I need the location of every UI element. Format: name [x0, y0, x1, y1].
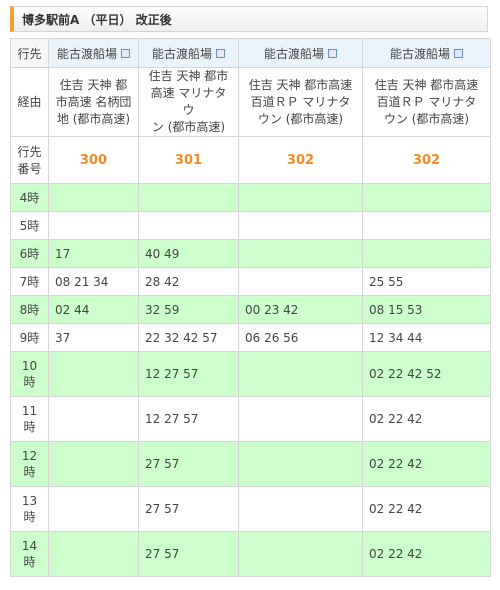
- via-cell: 住吉 天神 都市高速 名柄団地 (都市高速): [48, 67, 139, 137]
- route-number: 302: [362, 136, 491, 184]
- departure-cell: 02 22 42 52: [362, 351, 491, 397]
- departure-cell: [48, 183, 139, 212]
- hour-row: 6時 17 40 49: [10, 239, 491, 268]
- hour-row: 12 時 27 57 02 22 42: [10, 441, 491, 487]
- departure-cell: [48, 486, 139, 532]
- route-number-row: 行先 番号 300 301 302 302: [10, 136, 491, 184]
- hour-label: 6時: [10, 239, 49, 268]
- departure-cell: 12 34 44: [362, 323, 491, 352]
- via-cell: 住吉 天神 都市高速 百道ＲＰ マリナタ ウン (都市高速): [238, 67, 363, 137]
- hour-row: 10 時 12 27 57 02 22 42 52: [10, 351, 491, 397]
- hour-row: 9時 37 22 32 42 57 06 26 56 12 34 44: [10, 323, 491, 352]
- departure-cell: 00 23 42: [238, 295, 363, 324]
- departure-cell: [138, 183, 239, 212]
- departure-cell: [238, 396, 363, 442]
- hour-label: 13 時: [10, 486, 49, 532]
- departure-cell: [48, 396, 139, 442]
- hour-row: 13 時 27 57 02 22 42: [10, 486, 491, 532]
- timetable: 行先 能古渡船場 能古渡船場 能古渡船場 能古渡船場 経由 住吉 天神 都市高速…: [10, 38, 491, 577]
- route-number-row-label: 行先 番号: [10, 136, 49, 184]
- via-cell: 住吉 天神 都市 高速 マリナタウン (都市高速): [138, 67, 239, 137]
- departure-cell: [138, 211, 239, 240]
- departure-cell: 02 44: [48, 295, 139, 324]
- hour-label: 5時: [10, 211, 49, 240]
- departure-cell: [48, 441, 139, 487]
- departure-cell: [238, 351, 363, 397]
- departure-cell: [362, 239, 491, 268]
- departure-cell: [238, 239, 363, 268]
- external-link-icon[interactable]: [328, 48, 337, 58]
- external-link-icon[interactable]: [216, 48, 225, 58]
- departure-cell: [238, 211, 363, 240]
- hour-label: 10 時: [10, 351, 49, 397]
- departure-cell: 12 27 57: [138, 351, 239, 397]
- route-number: 302: [238, 136, 363, 184]
- hour-label: 14 時: [10, 531, 49, 577]
- route-number: 300: [48, 136, 139, 184]
- departure-cell: 02 22 42: [362, 396, 491, 442]
- departure-cell: 32 59: [138, 295, 239, 324]
- hour-row: 7時 08 21 34 28 42 25 55: [10, 267, 491, 296]
- hour-row: 8時 02 44 32 59 00 23 42 08 15 53: [10, 295, 491, 324]
- departure-cell: [362, 183, 491, 212]
- destination-label[interactable]: 能古渡船場: [264, 47, 324, 61]
- departure-cell: [238, 531, 363, 577]
- departure-cell: 27 57: [138, 531, 239, 577]
- departure-cell: 37: [48, 323, 139, 352]
- hour-label: 9時: [10, 323, 49, 352]
- departure-cell: 08 21 34: [48, 267, 139, 296]
- destination-header[interactable]: 能古渡船場: [138, 38, 239, 68]
- departure-cell: [238, 441, 363, 487]
- departure-cell: [362, 211, 491, 240]
- hour-row: 4時: [10, 183, 491, 212]
- hour-row: 5時: [10, 211, 491, 240]
- via-row-label: 経由: [10, 67, 49, 137]
- departure-cell: 22 32 42 57: [138, 323, 239, 352]
- departure-cell: 25 55: [362, 267, 491, 296]
- hour-label: 8時: [10, 295, 49, 324]
- departure-cell: 08 15 53: [362, 295, 491, 324]
- departure-cell: [48, 351, 139, 397]
- destination-label[interactable]: 能古渡船場: [152, 47, 212, 61]
- departure-cell: 17: [48, 239, 139, 268]
- page-title: 博多駅前A （平日） 改正後: [22, 13, 172, 27]
- departure-cell: [48, 211, 139, 240]
- destination-header[interactable]: 能古渡船場: [362, 38, 491, 68]
- hour-label: 7時: [10, 267, 49, 296]
- departure-cell: 27 57: [138, 486, 239, 532]
- departure-cell: 28 42: [138, 267, 239, 296]
- via-cell: 住吉 天神 都市高速 百道ＲＰ マリナタ ウン (都市高速): [362, 67, 491, 137]
- hour-label: 4時: [10, 183, 49, 212]
- hour-label: 12 時: [10, 441, 49, 487]
- hour-row: 11 時 12 27 57 02 22 42: [10, 396, 491, 442]
- via-row: 経由 住吉 天神 都市高速 名柄団地 (都市高速) 住吉 天神 都市 高速 マリナ…: [10, 67, 491, 137]
- departure-cell: 02 22 42: [362, 531, 491, 577]
- departure-cell: 06 26 56: [238, 323, 363, 352]
- departure-cell: 40 49: [138, 239, 239, 268]
- departure-cell: [48, 531, 139, 577]
- departure-cell: 12 27 57: [138, 396, 239, 442]
- departure-cell: 27 57: [138, 441, 239, 487]
- destination-row-label: 行先: [10, 38, 49, 68]
- external-link-icon[interactable]: [454, 48, 463, 58]
- external-link-icon[interactable]: [121, 48, 130, 58]
- destination-header[interactable]: 能古渡船場: [238, 38, 363, 68]
- departure-cell: [238, 183, 363, 212]
- departure-cell: [238, 267, 363, 296]
- departure-cell: 02 22 42: [362, 441, 491, 487]
- departure-cell: [238, 486, 363, 532]
- departure-cell: 02 22 42: [362, 486, 491, 532]
- hour-row: 14 時 27 57 02 22 42: [10, 531, 491, 577]
- destination-row: 行先 能古渡船場 能古渡船場 能古渡船場 能古渡船場: [10, 38, 491, 68]
- destination-label[interactable]: 能古渡船場: [57, 47, 117, 61]
- hour-label: 11 時: [10, 396, 49, 442]
- destination-label[interactable]: 能古渡船場: [390, 47, 450, 61]
- destination-header[interactable]: 能古渡船場: [48, 38, 139, 68]
- route-number: 301: [138, 136, 239, 184]
- page-title-bar: 博多駅前A （平日） 改正後: [10, 6, 488, 32]
